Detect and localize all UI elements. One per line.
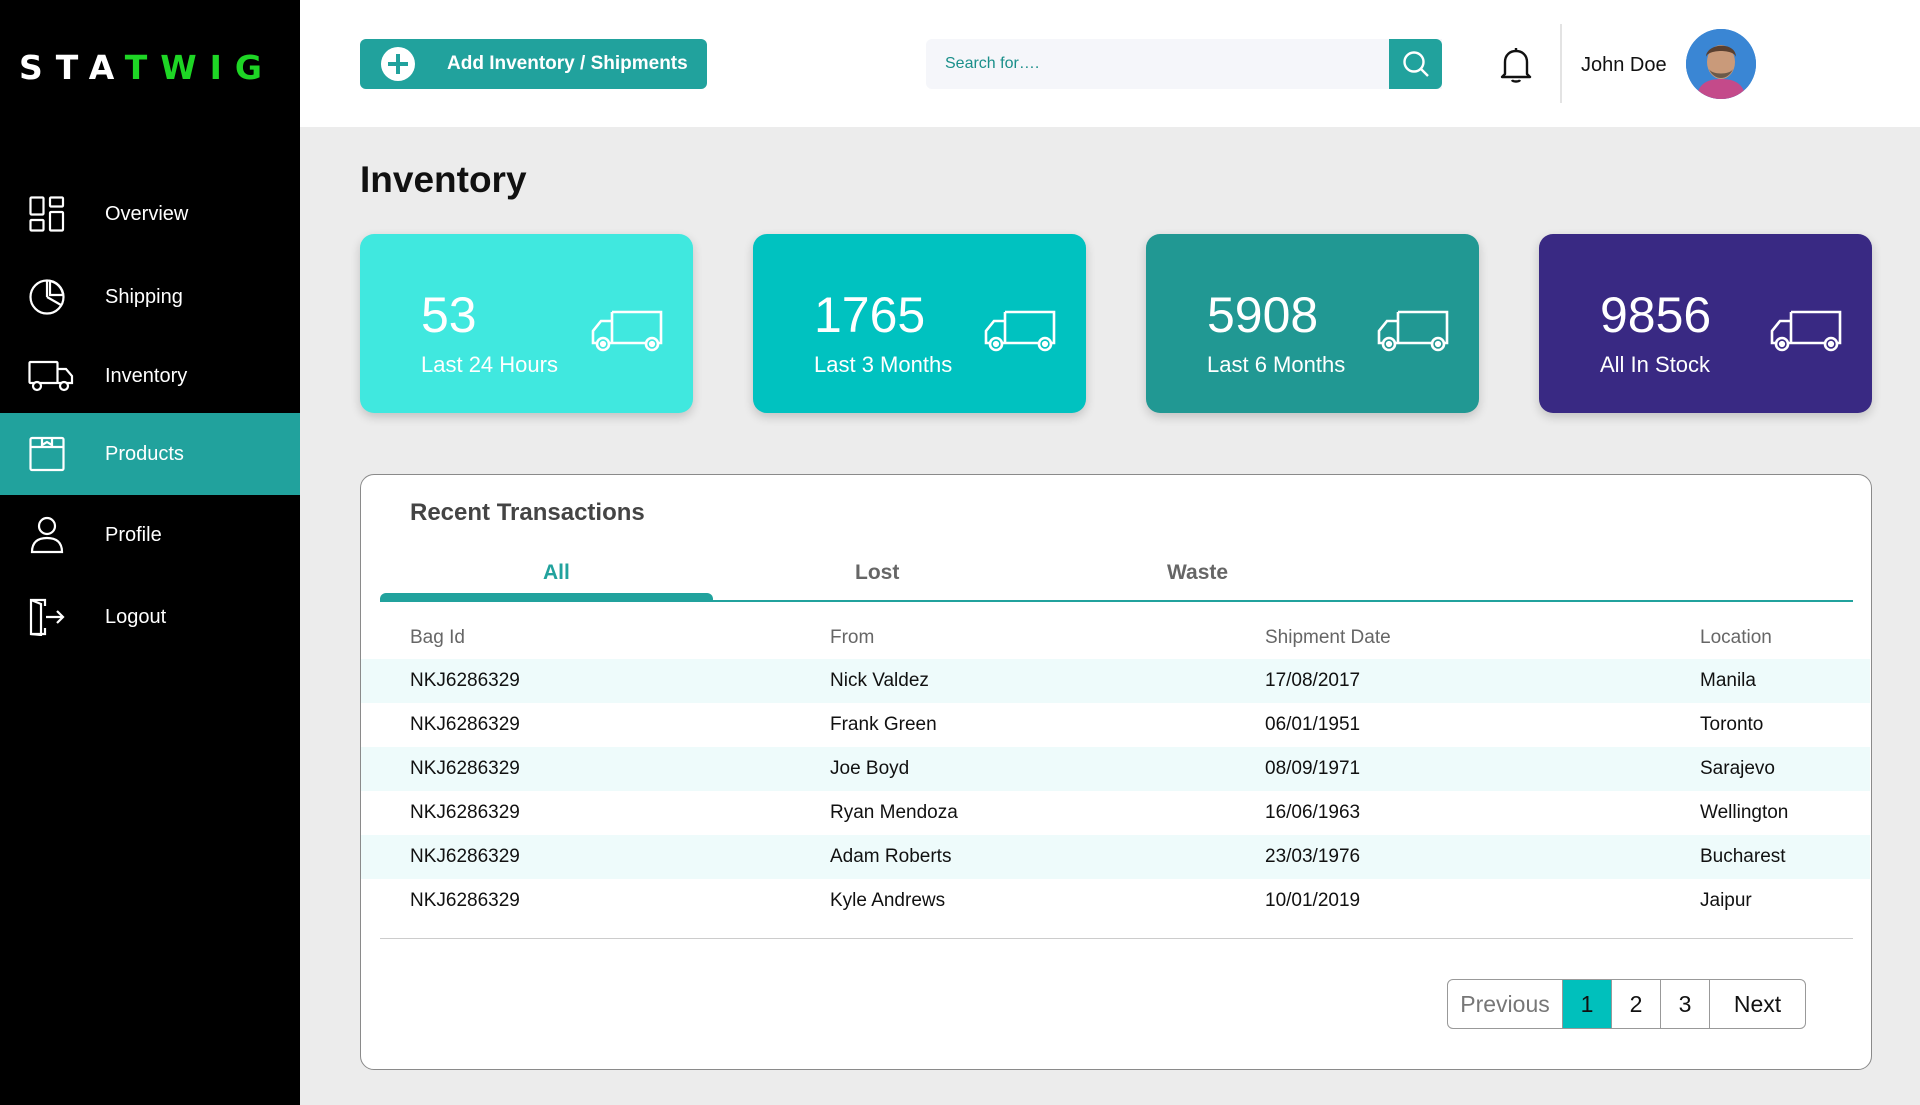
cell-location: Manila xyxy=(1700,670,1756,691)
cell-from: Joe Boyd xyxy=(830,758,910,779)
add-inventory-button[interactable]: Add Inventory / Shipments xyxy=(360,39,707,89)
page-button-1[interactable]: 1 xyxy=(1563,980,1612,1028)
cell-from: Nick Valdez xyxy=(830,670,929,691)
box-icon xyxy=(28,435,66,473)
sidebar-item-shipping[interactable]: Shipping xyxy=(0,256,300,338)
stat-label: All In Stock xyxy=(1600,352,1711,377)
cell-bag-id: NKJ6286329 xyxy=(410,802,520,823)
stat-value: 53 xyxy=(421,287,477,343)
stat-value: 9856 xyxy=(1600,287,1712,343)
cell-bag-id: NKJ6286329 xyxy=(410,714,520,735)
stat-value: 1765 xyxy=(814,287,926,343)
search-field xyxy=(926,39,1442,89)
search-input[interactable] xyxy=(926,39,1442,89)
recent-transactions-panel: Recent Transactions All Lost Waste Bag I… xyxy=(360,474,1872,1070)
user-icon xyxy=(28,516,66,554)
cell-from: Adam Roberts xyxy=(830,846,952,867)
sidebar-item-profile[interactable]: Profile xyxy=(0,494,300,576)
search-icon xyxy=(1402,51,1429,77)
avatar[interactable] xyxy=(1686,29,1756,99)
column-header[interactable]: Shipment Date xyxy=(1265,627,1391,649)
cell-date: 23/03/1976 xyxy=(1265,846,1361,867)
plus-icon xyxy=(381,47,415,81)
pie-chart-icon xyxy=(28,278,66,316)
table-row[interactable]: NKJ6286329 Ryan Mendoza 16/06/1963 Welli… xyxy=(361,791,1870,835)
cell-bag-id: NKJ6286329 xyxy=(410,890,520,911)
cell-bag-id: NKJ6286329 xyxy=(410,846,520,867)
truck-icon xyxy=(984,310,1056,352)
table-row[interactable]: NKJ6286329 Joe Boyd 08/09/1971 Sarajevo xyxy=(361,747,1870,791)
truck-icon xyxy=(1770,310,1842,352)
sidebar: STATWIG Overview Shipping Inventory Prod… xyxy=(0,0,300,1105)
panel-title: Recent Transactions xyxy=(410,499,645,526)
cell-date: 08/09/1971 xyxy=(1265,758,1361,779)
user-name: John Doe xyxy=(1581,54,1667,76)
column-header[interactable]: From xyxy=(830,627,874,649)
cell-from: Kyle Andrews xyxy=(830,890,946,911)
previous-page-button[interactable]: Previous xyxy=(1448,980,1563,1028)
cell-date: 10/01/2019 xyxy=(1265,890,1361,911)
sidebar-item-label: Products xyxy=(105,442,184,465)
truck-icon xyxy=(28,357,74,395)
stat-label: Last 3 Months xyxy=(814,352,953,377)
cell-location: Toronto xyxy=(1700,714,1764,735)
page-title: Inventory xyxy=(360,159,527,200)
truck-icon xyxy=(591,310,663,352)
stat-label: Last 24 Hours xyxy=(421,352,558,377)
stat-card-24h[interactable]: 53 Last 24 Hours xyxy=(360,234,693,413)
bell-icon[interactable] xyxy=(1499,46,1533,84)
cell-date: 06/01/1951 xyxy=(1265,714,1361,735)
sidebar-item-label: Shipping xyxy=(105,285,183,308)
sidebar-item-label: Profile xyxy=(105,523,162,546)
top-header: Add Inventory / Shipments John Doe xyxy=(300,0,1920,127)
stat-value: 5908 xyxy=(1207,287,1319,343)
sidebar-item-label: Inventory xyxy=(105,364,188,387)
header-divider xyxy=(1560,24,1562,103)
cell-date: 16/06/1963 xyxy=(1265,802,1361,823)
table-row[interactable]: NKJ6286329 Adam Roberts 23/03/1976 Bucha… xyxy=(361,835,1870,879)
cell-from: Ryan Mendoza xyxy=(830,802,958,823)
sidebar-item-label: Logout xyxy=(105,605,167,628)
search-button[interactable] xyxy=(1389,39,1442,89)
logout-icon xyxy=(28,598,66,636)
sidebar-item-overview[interactable]: Overview xyxy=(0,173,300,255)
brand-logo[interactable]: STATWIG xyxy=(19,48,275,87)
stat-label: Last 6 Months xyxy=(1207,352,1346,377)
table-row[interactable]: NKJ6286329 Kyle Andrews 10/01/2019 Jaipu… xyxy=(361,879,1870,923)
cell-bag-id: NKJ6286329 xyxy=(410,670,520,691)
tab-all[interactable]: All xyxy=(543,561,570,585)
column-header[interactable]: Location xyxy=(1700,627,1772,649)
next-page-button[interactable]: Next xyxy=(1710,980,1805,1028)
stat-card-3m[interactable]: 1765 Last 3 Months xyxy=(753,234,1086,413)
grid-icon xyxy=(28,195,66,233)
tab-underline xyxy=(380,600,1853,602)
truck-icon xyxy=(1377,310,1449,352)
sidebar-item-products[interactable]: Products xyxy=(0,413,300,495)
cell-location: Sarajevo xyxy=(1700,758,1775,779)
cell-location: Wellington xyxy=(1700,802,1789,823)
table-row[interactable]: NKJ6286329 Nick Valdez 17/08/2017 Manila xyxy=(361,659,1870,703)
sidebar-item-logout[interactable]: Logout xyxy=(0,576,300,658)
cell-from: Frank Green xyxy=(830,714,937,735)
tab-lost[interactable]: Lost xyxy=(855,561,899,585)
table-row[interactable]: NKJ6286329 Frank Green 06/01/1951 Toront… xyxy=(361,703,1870,747)
column-header[interactable]: Bag Id xyxy=(410,627,465,649)
cell-bag-id: NKJ6286329 xyxy=(410,758,520,779)
sidebar-item-label: Overview xyxy=(105,202,189,225)
stat-card-6m[interactable]: 5908 Last 6 Months xyxy=(1146,234,1479,413)
cell-location: Jaipur xyxy=(1700,890,1752,911)
sidebar-item-inventory[interactable]: Inventory xyxy=(0,335,300,417)
pagination: Previous 1 2 3 Next xyxy=(1447,979,1806,1029)
stat-card-stock[interactable]: 9856 All In Stock xyxy=(1539,234,1872,413)
cell-location: Bucharest xyxy=(1700,846,1786,867)
tab-waste[interactable]: Waste xyxy=(1167,561,1228,585)
page-button-2[interactable]: 2 xyxy=(1612,980,1661,1028)
cell-date: 17/08/2017 xyxy=(1265,670,1361,691)
table-divider xyxy=(380,938,1853,939)
page-button-3[interactable]: 3 xyxy=(1661,980,1710,1028)
